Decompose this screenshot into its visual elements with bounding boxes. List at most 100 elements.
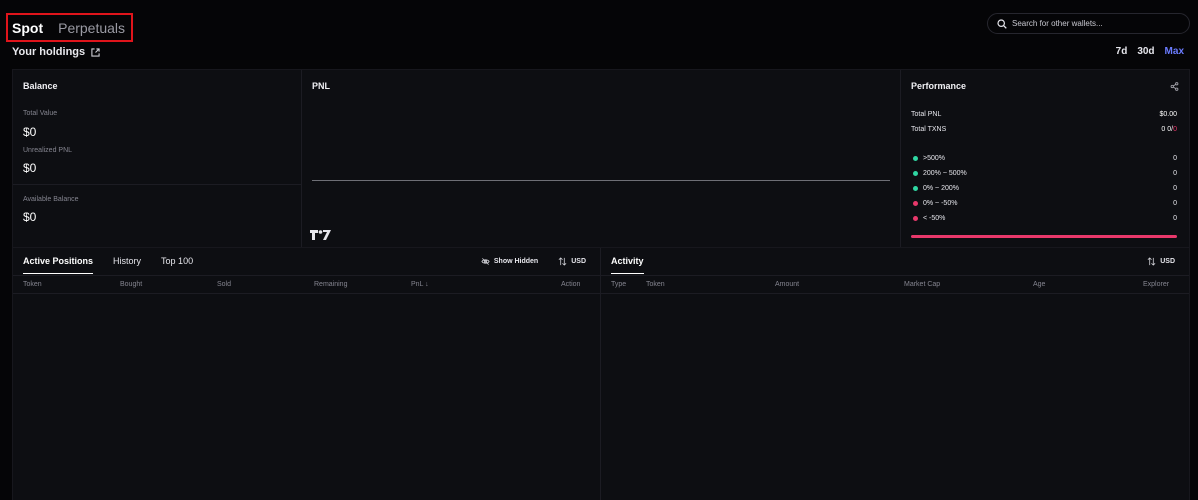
divider xyxy=(601,293,1189,294)
bucket-value: 0 xyxy=(1173,200,1177,207)
currency-toggle[interactable]: USD xyxy=(558,257,586,266)
show-hidden-label: Show Hidden xyxy=(493,258,539,265)
market-type-tabs: Spot Perpetuals xyxy=(6,13,133,42)
performance-bucket-row: 0% ~ -50% 0 xyxy=(913,200,1177,207)
currency-label: USD xyxy=(571,258,586,265)
divider xyxy=(13,275,600,276)
bucket-label: 200% ~ 500% xyxy=(923,170,967,177)
timeframe-7d[interactable]: 7d xyxy=(1116,46,1128,57)
positions-tabs: Active Positions History Top 100 xyxy=(23,256,193,274)
tab-active-positions[interactable]: Active Positions xyxy=(23,256,94,274)
column-token[interactable]: Token xyxy=(646,281,665,288)
divider xyxy=(13,184,301,185)
your-holdings-label: Your holdings xyxy=(12,46,86,58)
bucket-dot xyxy=(913,201,918,206)
search-icon xyxy=(997,18,1007,29)
tab-history[interactable]: History xyxy=(113,256,141,274)
tab-spot[interactable]: Spot xyxy=(12,20,43,36)
column-action[interactable]: Action xyxy=(561,281,580,288)
column-sold[interactable]: Sold xyxy=(217,281,231,288)
lower-panels: Active Positions History Top 100 Show Hi… xyxy=(12,248,1190,500)
tradingview-logo-icon[interactable] xyxy=(309,229,332,241)
search-input[interactable] xyxy=(1012,19,1182,28)
bucket-value: 0 xyxy=(1173,185,1177,192)
performance-bucket-row: 0% ~ 200% 0 xyxy=(913,185,1177,192)
bucket-value: 0 xyxy=(1173,155,1177,162)
performance-bucket-row: 200% ~ 500% 0 xyxy=(913,170,1177,177)
total-txns-label: Total TXNS xyxy=(911,126,947,133)
total-txns-sells: 0 xyxy=(1173,126,1177,133)
bucket-label-wrap: 200% ~ 500% xyxy=(913,170,967,177)
total-value-label: Total Value xyxy=(23,110,58,117)
column-market-cap[interactable]: Market Cap xyxy=(904,281,940,288)
column-remaining[interactable]: Remaining xyxy=(314,281,347,288)
activity-currency-label: USD xyxy=(1160,258,1175,265)
activity-table-header: Type Token Amount Market Cap Age Explore… xyxy=(601,281,1189,293)
activity-panel: Activity USD Type Token Amount Market Ca… xyxy=(601,248,1189,500)
your-holdings-link[interactable]: Your holdings xyxy=(12,46,100,58)
summary-panels: Balance Total Value $0 Unrealized PNL $0… xyxy=(12,69,1190,248)
total-pnl-label: Total PNL xyxy=(911,111,942,118)
column-explorer[interactable]: Explorer xyxy=(1143,281,1169,288)
bucket-dot xyxy=(913,171,918,176)
swap-arrows-icon xyxy=(558,257,567,266)
timeframe-30d[interactable]: 30d xyxy=(1137,46,1154,57)
bucket-dot xyxy=(913,156,918,161)
performance-distribution-bar xyxy=(911,235,1177,238)
pnl-panel: PNL xyxy=(302,70,901,247)
column-amount[interactable]: Amount xyxy=(775,281,799,288)
column-bought[interactable]: Bought xyxy=(120,281,142,288)
column-age[interactable]: Age xyxy=(1033,281,1045,288)
bucket-dot xyxy=(913,186,918,191)
unrealized-pnl: $0 xyxy=(23,161,37,175)
tab-top-100[interactable]: Top 100 xyxy=(161,256,193,274)
activity-currency-toggle[interactable]: USD xyxy=(1147,257,1175,266)
swap-arrows-icon xyxy=(1147,257,1156,266)
column-pnl[interactable]: PnL ↓ xyxy=(411,281,429,288)
column-token[interactable]: Token xyxy=(23,281,42,288)
available-balance-label: Available Balance xyxy=(23,196,79,203)
show-hidden-toggle[interactable]: Show Hidden xyxy=(481,257,538,266)
balance-title: Balance xyxy=(23,81,58,91)
eye-off-icon xyxy=(481,258,490,265)
bucket-label-wrap: 0% ~ -50% xyxy=(913,200,957,207)
wallet-search[interactable] xyxy=(987,13,1190,34)
bucket-label-wrap: < -50% xyxy=(913,215,945,222)
tab-activity[interactable]: Activity xyxy=(611,256,644,274)
column-type[interactable]: Type xyxy=(611,281,626,288)
total-value: $0 xyxy=(23,125,37,139)
positions-controls: Show Hidden USD xyxy=(481,257,586,266)
total-txns-buys: 0 xyxy=(1161,126,1166,133)
bucket-value: 0 xyxy=(1173,170,1177,177)
positions-table-header: Token Bought Sold Remaining PnL ↓ Action xyxy=(13,281,600,293)
pnl-title: PNL xyxy=(312,81,330,91)
available-balance: $0 xyxy=(23,210,37,224)
pnl-chart-line xyxy=(312,180,890,181)
total-txns-value: 0 0/0 xyxy=(1161,126,1177,133)
tab-perpetuals[interactable]: Perpetuals xyxy=(58,20,125,36)
performance-bucket-row: < -50% 0 xyxy=(913,215,1177,222)
total-txns-row: Total TXNS 0 0/0 xyxy=(911,126,1177,133)
external-link-icon xyxy=(91,47,100,57)
divider xyxy=(601,275,1189,276)
divider xyxy=(13,293,600,294)
timeframe-selector: 7d 30d Max xyxy=(1116,46,1184,57)
share-icon[interactable] xyxy=(1170,82,1179,91)
total-pnl-row: Total PNL $0.00 xyxy=(911,111,1177,118)
timeframe-max[interactable]: Max xyxy=(1165,46,1184,57)
bucket-label: < -50% xyxy=(923,215,946,222)
positions-panel: Active Positions History Top 100 Show Hi… xyxy=(13,248,601,500)
activity-controls: USD xyxy=(1147,257,1175,266)
performance-title: Performance xyxy=(911,81,967,91)
bucket-label: 0% ~ -50% xyxy=(923,200,958,207)
balance-panel: Balance Total Value $0 Unrealized PNL $0… xyxy=(13,70,302,247)
bucket-label: 0% ~ 200% xyxy=(923,185,959,192)
top-bar: Spot Perpetuals Your holdings 7d 30d Max xyxy=(0,0,1198,68)
bucket-label-wrap: >500% xyxy=(913,155,945,162)
bucket-label-wrap: 0% ~ 200% xyxy=(913,185,959,192)
bucket-value: 0 xyxy=(1173,215,1177,222)
bucket-label: >500% xyxy=(923,155,945,162)
unrealized-pnl-label: Unrealized PNL xyxy=(23,147,73,154)
total-pnl-value: $0.00 xyxy=(1159,111,1177,118)
performance-panel: Performance Total PNL $0.00 Total TXNS 0… xyxy=(901,70,1189,247)
